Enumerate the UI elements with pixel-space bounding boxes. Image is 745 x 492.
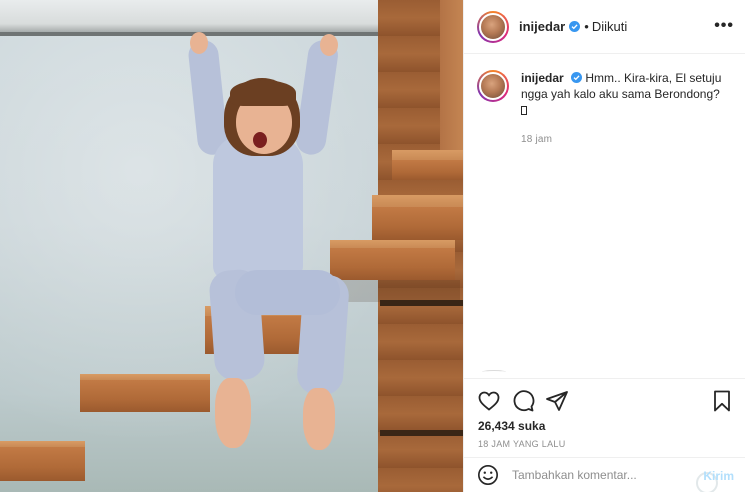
avatar[interactable]: [477, 10, 509, 43]
caption-username[interactable]: inijedar: [521, 71, 564, 85]
send-button[interactable]: Kirim: [703, 469, 734, 483]
bookmark-icon[interactable]: [710, 389, 734, 413]
header-username[interactable]: inijedar: [519, 19, 565, 34]
wood-wall-upper: [440, 0, 463, 160]
post-image[interactable]: [0, 0, 463, 492]
stair-step: [392, 150, 463, 180]
loading-indicator: [482, 370, 506, 374]
separator-dot: •: [584, 19, 589, 34]
post-sidebar: inijedar • Diikuti ••• inijedar Hmm.. Ki…: [463, 0, 745, 492]
stair-step: [0, 441, 85, 481]
right-foot: [303, 388, 335, 450]
follow-status-button[interactable]: Diikuti: [592, 19, 627, 34]
stair-step: [372, 195, 463, 240]
verified-icon: [571, 72, 583, 83]
mouth: [253, 132, 267, 148]
stair-step: [330, 240, 455, 280]
left-foot: [215, 378, 251, 448]
verified-icon: [569, 21, 581, 32]
bangs: [230, 80, 296, 106]
post-header: inijedar • Diikuti •••: [464, 0, 745, 54]
caption-time[interactable]: 18 jam: [521, 132, 735, 148]
left-hand: [190, 32, 208, 54]
emoji-placeholder-icon: [521, 106, 527, 115]
stair-step: [80, 374, 210, 412]
stair-shadow: [380, 430, 463, 436]
comment-input[interactable]: [512, 468, 682, 482]
emoji-icon[interactable]: [477, 464, 499, 486]
caption-avatar[interactable]: [477, 70, 509, 102]
comment-icon[interactable]: [511, 389, 535, 413]
torso: [213, 135, 303, 280]
more-icon[interactable]: •••: [714, 17, 734, 35]
share-icon[interactable]: [545, 389, 569, 413]
caption: inijedar Hmm.. Kira-kira, El setuju ngga…: [477, 70, 735, 148]
comment-bar: Kirim: [464, 457, 745, 492]
hips: [235, 270, 340, 315]
action-icons: [477, 389, 569, 413]
caption-body: inijedar Hmm.. Kira-kira, El setuju ngga…: [521, 70, 735, 148]
stair-shadow: [380, 300, 463, 306]
like-count[interactable]: 26,434 suka: [478, 419, 545, 433]
right-hand: [320, 34, 338, 56]
post-timestamp[interactable]: 18 JAM YANG LALU: [478, 439, 566, 449]
heart-icon[interactable]: [477, 389, 501, 413]
